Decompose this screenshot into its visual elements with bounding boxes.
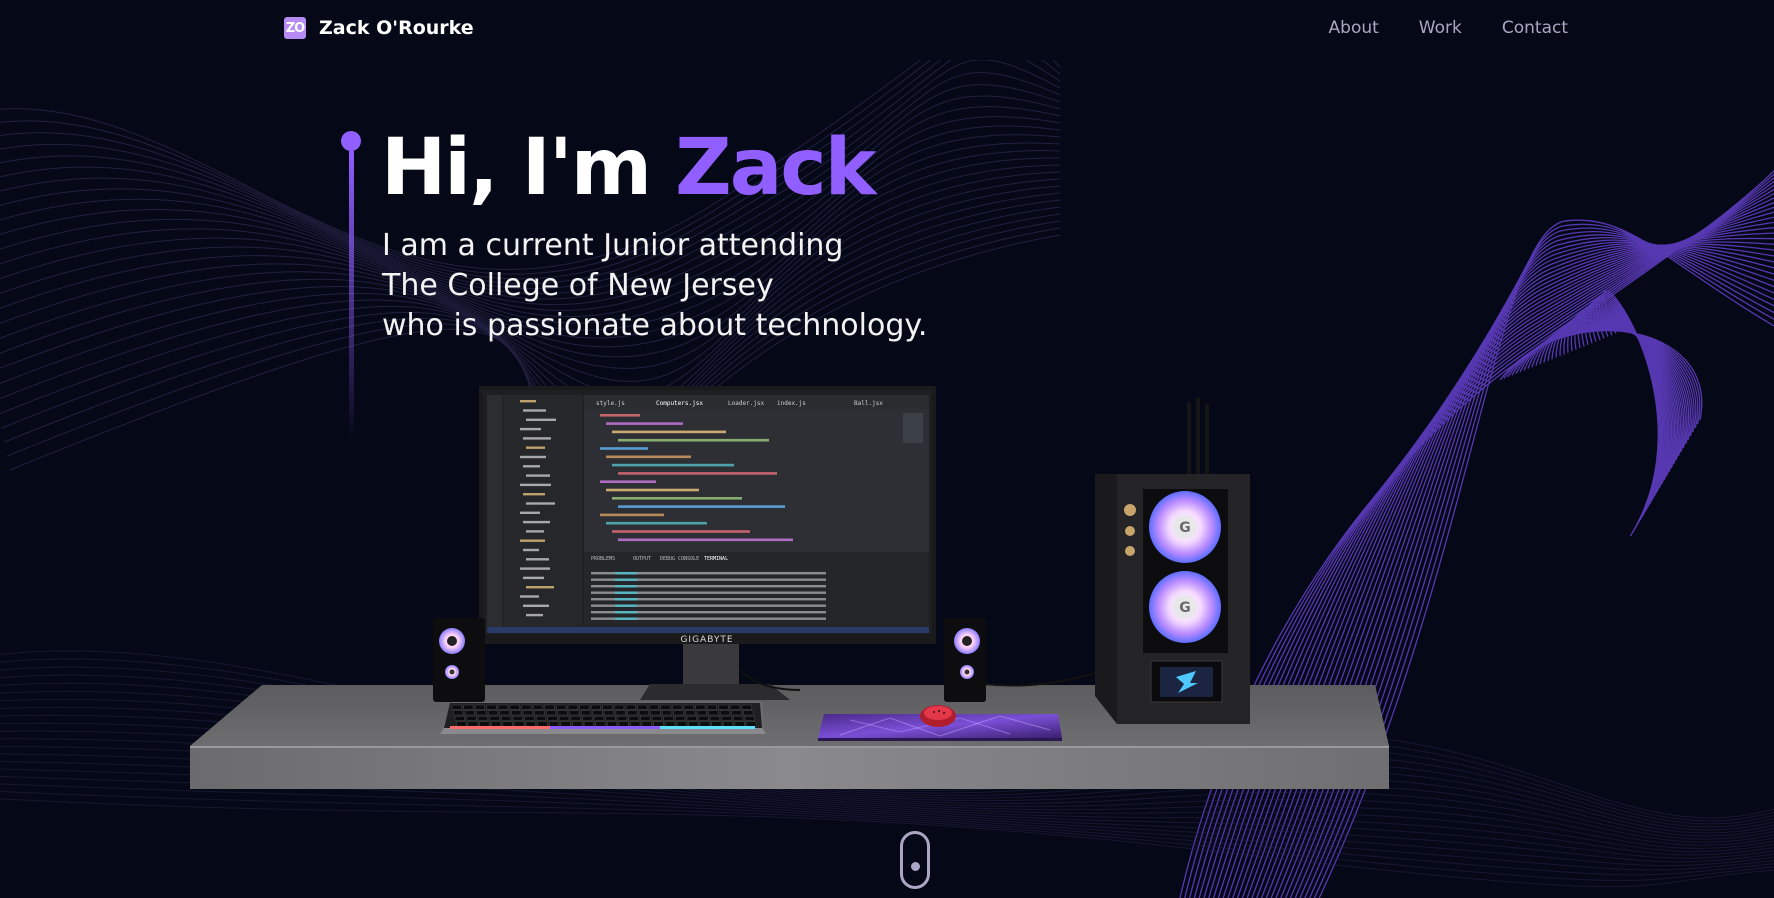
panel-tab[interactable]: TERMINAL bbox=[704, 556, 728, 562]
svg-text:G: G bbox=[1179, 600, 1191, 616]
editor-tab[interactable]: Computers.jsx bbox=[656, 400, 703, 407]
nav-links: About Work Contact bbox=[1329, 18, 1568, 38]
monitor-brand-label: GIGABYTE bbox=[680, 635, 733, 645]
hero-line bbox=[348, 151, 354, 441]
hero-name: Zack bbox=[675, 123, 876, 213]
panel-tab[interactable]: DEBUG CONSOLE bbox=[660, 556, 699, 562]
monitor-stand bbox=[640, 640, 790, 700]
mouse-scroll-icon[interactable] bbox=[900, 831, 930, 889]
nav-link-work[interactable]: Work bbox=[1419, 18, 1462, 38]
hero-subtitle-line: who is passionate about technology. bbox=[382, 308, 928, 343]
scroll-dot bbox=[911, 862, 920, 871]
hero-title: Hi, I'm Zack bbox=[381, 118, 876, 218]
nav-link-contact[interactable]: Contact bbox=[1502, 18, 1568, 38]
hero-dot bbox=[341, 131, 361, 151]
left-speaker bbox=[433, 618, 485, 702]
hero-subtitle-line: I am a current Junior attending bbox=[382, 228, 844, 263]
editor-tab[interactable]: Loader.jsx bbox=[728, 400, 765, 407]
editor-tab[interactable]: Ball.jsx bbox=[854, 400, 883, 407]
hero-greeting: Hi, I'm bbox=[381, 123, 676, 213]
monitor[interactable]: style.js Computers.jsx Loader.jsx index.… bbox=[479, 386, 936, 645]
gaming-mouse bbox=[920, 705, 956, 727]
desk-setup-scene[interactable]: style.js Computers.jsx Loader.jsx index.… bbox=[0, 0, 1774, 898]
hero-subtitle-line: The College of New Jersey bbox=[382, 268, 774, 303]
panel-tab[interactable]: OUTPUT bbox=[633, 556, 651, 562]
panel-tab[interactable]: PROBLEMS bbox=[591, 556, 615, 562]
pc-tower: G G bbox=[1095, 398, 1250, 724]
hero-decoration bbox=[341, 131, 361, 441]
brand-name: Zack O'Rourke bbox=[319, 17, 474, 39]
right-speaker bbox=[944, 618, 986, 702]
svg-text:G: G bbox=[1179, 520, 1191, 536]
nav-link-about[interactable]: About bbox=[1329, 18, 1379, 38]
keyboard bbox=[440, 702, 766, 734]
editor-tab[interactable]: style.js bbox=[596, 400, 625, 407]
explorer-panel bbox=[503, 395, 583, 633]
navbar: ZO Zack O'Rourke About Work Contact bbox=[0, 0, 1774, 60]
hero-subtitle: I am a current Junior attending The Coll… bbox=[382, 226, 927, 346]
cable bbox=[984, 671, 1099, 687]
logo-link[interactable]: ZO Zack O'Rourke bbox=[284, 17, 474, 39]
terminal-panel bbox=[584, 552, 929, 629]
activity-bar bbox=[487, 395, 502, 633]
editor-tab[interactable]: index.js bbox=[777, 400, 806, 407]
logo-icon: ZO bbox=[284, 17, 306, 39]
status-bar bbox=[487, 627, 929, 633]
minimap bbox=[903, 413, 923, 443]
